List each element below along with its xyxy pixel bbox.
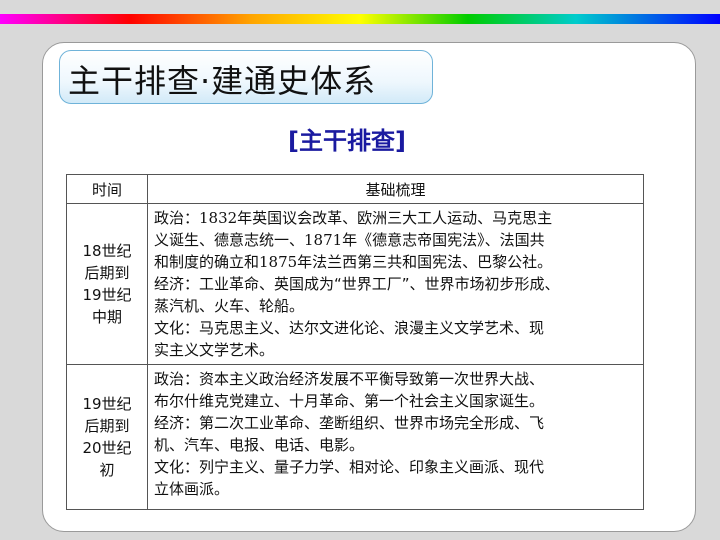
table-row: 18世纪 后期到 19世纪 中期 政治：1832年英国议会改革、欧洲三大工人运动… — [66, 203, 644, 365]
period-line: 后期到 — [84, 264, 130, 282]
period-line: 20世纪 — [82, 439, 132, 457]
summary-line: 布尔什维克党建立、十月革命、第一个社会主义国家诞生。 — [154, 392, 545, 410]
summary-line: 蒸汽机、火车、轮船。 — [154, 297, 305, 315]
period-line: 后期到 — [84, 417, 130, 435]
period-line: 初 — [99, 461, 115, 479]
summary-line: 经济：第二次工业革命、垄断组织、世界市场完全形成、飞 — [154, 414, 545, 432]
summary-line: 实主义文学艺术。 — [154, 341, 275, 359]
summary-line: 机、汽车、电报、电话、电影。 — [154, 436, 365, 454]
slide-panel: 主干排查·建通史体系 [主干排查] 时间 基础梳理 18世纪 后期到 19世纪 … — [42, 42, 696, 532]
header-time: 时间 — [66, 174, 148, 204]
period-cell: 18世纪 后期到 19世纪 中期 — [66, 203, 148, 365]
period-cell: 19世纪 后期到 20世纪 初 — [66, 364, 148, 510]
period-line: 19世纪 — [82, 395, 132, 413]
summary-line: 经济：工业革命、英国成为“世界工厂”、世界市场初步形成、 — [154, 275, 560, 293]
summary-line: 政治：1832年英国议会改革、欧洲三大工人运动、马克思主 — [154, 209, 553, 227]
table-header-row: 时间 基础梳理 — [66, 174, 644, 204]
rainbow-stripe — [0, 14, 720, 24]
section-subtitle: [主干排查] — [288, 127, 406, 155]
header-summary: 基础梳理 — [147, 174, 644, 204]
summary-line: 政治：资本主义政治经济发展不平衡导致第一次世界大战、 — [154, 370, 545, 388]
summary-cell: 政治：资本主义政治经济发展不平衡导致第一次世界大战、 布尔什维克党建立、十月革命… — [147, 364, 644, 510]
history-table: 时间 基础梳理 18世纪 后期到 19世纪 中期 政治：1832年英国议会改革、… — [66, 174, 644, 510]
table-row: 19世纪 后期到 20世纪 初 政治：资本主义政治经济发展不平衡导致第一次世界大… — [66, 364, 644, 510]
period-line: 19世纪 — [82, 286, 132, 304]
summary-line: 文化：列宁主义、量子力学、相对论、印象主义画派、现代 — [154, 458, 545, 476]
summary-line: 和制度的确立和1875年法兰西第三共和国宪法、巴黎公社。 — [154, 253, 553, 271]
summary-line: 义诞生、德意志统一、1871年《德意志帝国宪法》、法国共 — [154, 231, 545, 249]
period-line: 中期 — [91, 308, 122, 326]
summary-line: 文化：马克思主义、达尔文进化论、浪漫主义文学艺术、现 — [154, 319, 545, 337]
page-title: 主干排查·建通史体系 — [68, 62, 377, 100]
summary-cell: 政治：1832年英国议会改革、欧洲三大工人运动、马克思主 义诞生、德意志统一、1… — [147, 203, 644, 365]
title-box: 主干排查·建通史体系 — [59, 50, 433, 104]
summary-line: 立体画派。 — [154, 480, 230, 498]
period-line: 18世纪 — [82, 242, 132, 260]
